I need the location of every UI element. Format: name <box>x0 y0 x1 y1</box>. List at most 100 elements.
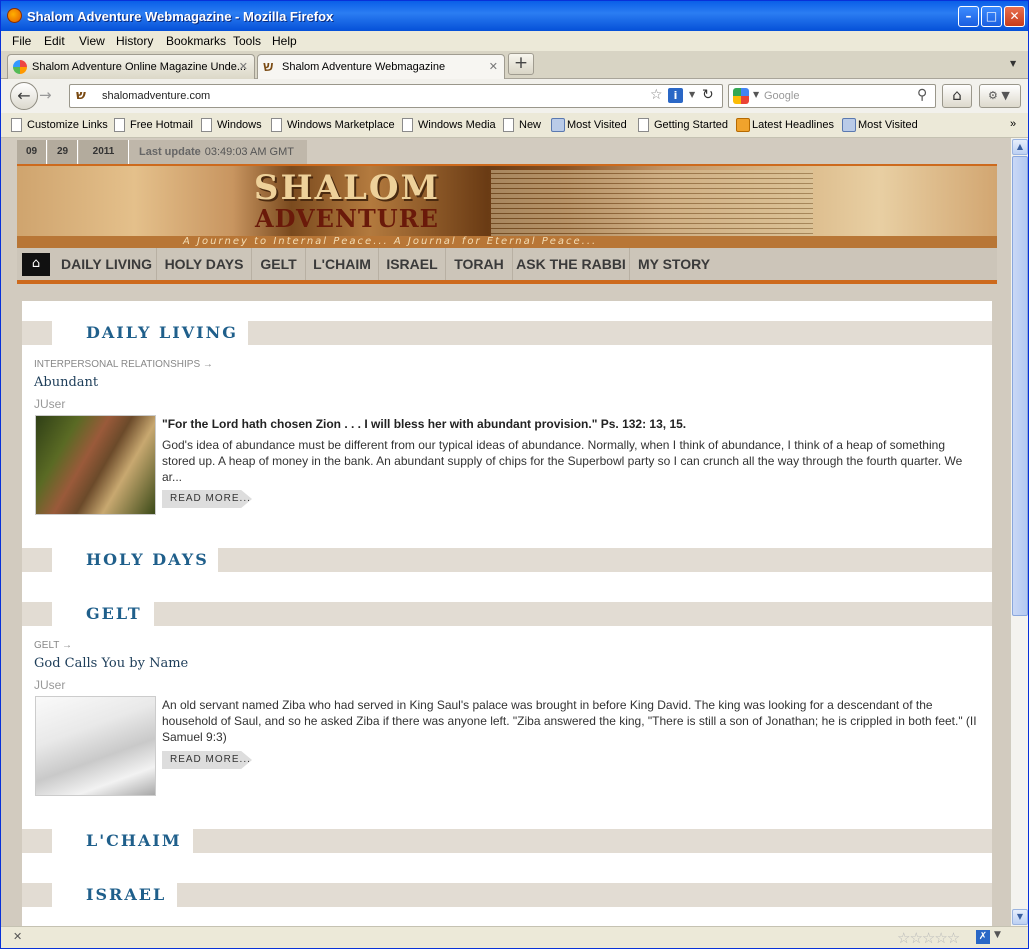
nav-torah[interactable]: TORAH <box>446 248 513 280</box>
read-more-button[interactable]: READ MORE... <box>162 490 252 508</box>
bookmark-item[interactable]: Windows <box>201 118 262 132</box>
last-update: Last update 03:49:03 AM GMT <box>139 146 294 158</box>
info-icon[interactable]: i <box>668 88 683 103</box>
bookmark-item[interactable]: Latest Headlines <box>736 118 834 132</box>
addon-dropdown-icon[interactable]: ▼ <box>994 930 1001 940</box>
search-engine-dropdown-icon[interactable]: ▼ <box>753 90 759 99</box>
minimize-button[interactable]: – <box>958 6 979 27</box>
bookmark-item[interactable]: Customize Links <box>11 118 108 132</box>
bookmark-item[interactable]: New <box>503 118 541 132</box>
reload-icon[interactable]: ↻ <box>702 87 714 103</box>
menu-tools[interactable]: Tools <box>233 34 261 48</box>
back-button[interactable]: ← <box>10 82 38 110</box>
url-text[interactable]: shalomadventure.com <box>102 90 210 102</box>
bookmark-item[interactable]: Windows Marketplace <box>271 118 395 132</box>
page-icon <box>201 118 212 132</box>
bookmark-item[interactable]: Free Hotmail <box>114 118 193 132</box>
nav-daily-living[interactable]: DAILY LIVING <box>57 248 157 280</box>
nav-holy-days[interactable]: HOLY DAYS <box>157 248 252 280</box>
logo-adventure: ADVENTURE <box>255 204 439 233</box>
section-title[interactable]: GELT <box>86 602 142 626</box>
google-icon[interactable] <box>733 88 749 104</box>
site-banner[interactable]: SHALOM ADVENTURE A Journey to Internal P… <box>17 164 997 250</box>
url-dropdown-icon[interactable]: ▼ <box>689 90 695 99</box>
page-icon <box>11 118 22 132</box>
scroll-thumb[interactable] <box>1012 156 1028 616</box>
vertical-scrollbar[interactable]: ▲ ▼ <box>1010 138 1028 926</box>
article-title[interactable]: Abundant <box>34 375 98 390</box>
home-button[interactable]: ⌂ <box>942 84 972 108</box>
tab-label: Shalom Adventure Webmagazine <box>282 61 446 73</box>
scroll-down-icon[interactable]: ▼ <box>1012 909 1028 925</box>
bookmark-item[interactable]: Most Visited <box>842 118 918 132</box>
date-year: 2011 <box>79 140 129 164</box>
bookmark-item[interactable]: Windows Media <box>402 118 496 132</box>
section-title[interactable]: ISRAEL <box>86 883 166 907</box>
tab-webmagazine[interactable]: ש Shalom Adventure Webmagazine ✕ <box>257 54 505 80</box>
section-header: HOLY DAYS <box>22 548 992 572</box>
section-bar-right <box>154 602 992 626</box>
section-title[interactable]: DAILY LIVING <box>86 321 238 345</box>
tab-close-icon[interactable]: ✕ <box>239 60 248 73</box>
tab-close-icon[interactable]: ✕ <box>489 60 498 73</box>
search-placeholder[interactable]: Google <box>764 90 799 102</box>
forward-button[interactable]: → <box>39 86 52 104</box>
grapes-thumbnail-image[interactable] <box>35 415 156 515</box>
section-title[interactable]: L'CHAIM <box>86 829 182 853</box>
nav-lchaim[interactable]: L'CHAIM <box>306 248 379 280</box>
most-visited-icon <box>551 118 565 132</box>
bookmark-item[interactable]: Most Visited <box>551 118 627 132</box>
section-title[interactable]: HOLY DAYS <box>86 548 209 572</box>
date-day: 29 <box>48 140 78 164</box>
url-bar[interactable]: ש shalomadventure.com ☆ i ▼ ↻ <box>69 84 723 108</box>
navigation-toolbar: ← → ש shalomadventure.com ☆ i ▼ ↻ ▼ Goog… <box>1 79 1028 113</box>
bookmark-star-icon[interactable]: ☆ <box>650 87 663 103</box>
bookmark-item[interactable]: Getting Started <box>638 118 728 132</box>
scroll-up-icon[interactable]: ▲ <box>1012 139 1028 155</box>
read-more-button[interactable]: READ MORE... <box>162 751 252 769</box>
section-bar-right <box>218 548 992 572</box>
close-button[interactable]: ✕ <box>1004 6 1025 27</box>
page-viewport: 09 29 2011 Last update 03:49:03 AM GMT SH… <box>1 138 1010 926</box>
nav-gelt[interactable]: GELT <box>252 248 306 280</box>
article-category[interactable]: INTERPERSONAL RELATIONSHIPS → <box>34 359 213 370</box>
status-bar: ✕ ☆☆☆☆☆ ✗ ▼ <box>1 926 1028 948</box>
article-author: JUser <box>34 678 66 692</box>
menu-help[interactable]: Help <box>272 34 297 48</box>
section-header: DAILY LIVING <box>22 321 992 345</box>
search-icon[interactable]: ⚲ <box>917 87 927 103</box>
section-header: GELT <box>22 602 992 626</box>
menu-edit[interactable]: Edit <box>44 34 65 48</box>
menu-bookmarks[interactable]: Bookmarks <box>166 34 226 48</box>
article-category[interactable]: GELT → <box>34 640 72 651</box>
article-lead: "For the Lord hath chosen Zion . . . I w… <box>162 417 687 431</box>
article-author: JUser <box>34 397 66 411</box>
tab-list-icon[interactable]: ▼ <box>1010 59 1016 68</box>
nav-my-story[interactable]: MY STORY <box>630 248 718 280</box>
page-icon <box>638 118 649 132</box>
maximize-button[interactable]: □ <box>981 6 1002 27</box>
article-title[interactable]: God Calls You by Name <box>34 656 188 671</box>
menu-view[interactable]: View <box>79 34 105 48</box>
close-status-icon[interactable]: ✕ <box>13 930 22 943</box>
article-excerpt: An old servant named Ziba who had served… <box>162 698 977 744</box>
tab-online-magazine[interactable]: Shalom Adventure Online Magazine Unde...… <box>7 54 255 79</box>
bible-thumbnail-image[interactable] <box>35 696 156 796</box>
menu-history[interactable]: History <box>116 34 153 48</box>
rating-stars-icon[interactable]: ☆☆☆☆☆ <box>897 929 960 947</box>
section-bar-right <box>177 883 992 907</box>
nav-israel[interactable]: ISRAEL <box>379 248 446 280</box>
site-identity-icon[interactable]: ש <box>76 88 91 103</box>
page-icon <box>114 118 125 132</box>
addon-button[interactable]: ⚙ ▼ <box>979 84 1021 108</box>
bookmarks-overflow-icon[interactable]: » <box>1010 118 1016 130</box>
menu-file[interactable]: File <box>12 34 31 48</box>
nav-ask-the-rabbi[interactable]: ASK THE RABBI <box>513 248 630 280</box>
addon-status-icon[interactable]: ✗ <box>976 930 990 944</box>
home-icon[interactable]: ⌂ <box>22 253 50 276</box>
section-header: ISRAEL <box>22 883 992 907</box>
page-icon <box>503 118 514 132</box>
search-box[interactable]: ▼ Google ⚲ <box>728 84 936 108</box>
new-tab-button[interactable]: + <box>508 53 534 75</box>
page-icon <box>271 118 282 132</box>
